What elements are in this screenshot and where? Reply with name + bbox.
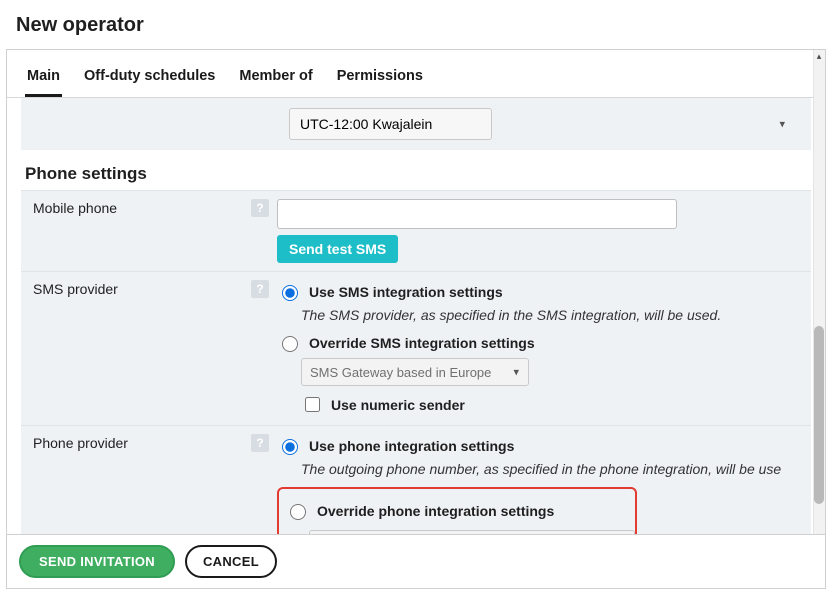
label-mobile-phone: Mobile phone (33, 200, 117, 216)
send-test-sms-button[interactable]: Send test SMS (277, 235, 398, 263)
scrollbar-track[interactable]: ▴ ▾ (813, 50, 825, 542)
tab-main[interactable]: Main (25, 64, 62, 97)
label-sms-use-integration: Use SMS integration settings (309, 284, 503, 300)
sms-override-select[interactable] (301, 358, 529, 386)
label-sms-override: Override SMS integration settings (309, 335, 535, 351)
help-icon[interactable]: ? (251, 199, 269, 217)
label-numeric-sender: Use numeric sender (331, 397, 465, 413)
label-phone-override: Override phone integration settings (317, 503, 554, 519)
timezone-row: ▾ (21, 98, 811, 150)
dialog-panel: Main Off-duty schedules Member of Permis… (6, 49, 826, 589)
help-icon[interactable]: ? (251, 280, 269, 298)
timezone-select[interactable] (289, 108, 492, 140)
scrollbar-thumb[interactable] (814, 326, 824, 504)
row-mobile-phone: Mobile phone ? Send test SMS (21, 190, 811, 271)
radio-sms-use-integration[interactable] (282, 285, 298, 301)
hint-phone-use-integration: The outgoing phone number, as specified … (301, 461, 799, 477)
tab-member-of[interactable]: Member of (237, 64, 314, 97)
help-icon[interactable]: ? (251, 434, 269, 452)
radio-phone-use-integration[interactable] (282, 439, 298, 455)
hint-sms-use-integration: The SMS provider, as specified in the SM… (301, 307, 799, 323)
scroll-up-icon[interactable]: ▴ (813, 50, 825, 62)
radio-phone-override[interactable] (290, 504, 306, 520)
tab-off-duty[interactable]: Off-duty schedules (82, 64, 217, 97)
mobile-phone-input[interactable] (277, 199, 677, 229)
label-phone-use-integration: Use phone integration settings (309, 438, 514, 454)
label-phone-provider: Phone provider (33, 435, 128, 451)
row-sms-provider: SMS provider ? Use SMS integration setti… (21, 271, 811, 425)
checkbox-numeric-sender[interactable] (305, 397, 320, 412)
radio-sms-override[interactable] (282, 336, 298, 352)
send-invitation-button[interactable]: SEND INVITATION (19, 545, 175, 578)
page-title: New operator (0, 0, 832, 49)
tab-bar: Main Off-duty schedules Member of Permis… (7, 50, 825, 98)
cancel-button[interactable]: CANCEL (185, 545, 277, 578)
tab-permissions[interactable]: Permissions (335, 64, 425, 97)
section-title-phone-settings: Phone settings (25, 164, 811, 184)
dialog-footer: SEND INVITATION CANCEL (7, 534, 825, 588)
content-area: ▾ Phone settings Mobile phone ? Send tes… (7, 98, 825, 581)
chevron-down-icon: ▾ (779, 118, 785, 131)
label-sms-provider: SMS provider (33, 281, 118, 297)
